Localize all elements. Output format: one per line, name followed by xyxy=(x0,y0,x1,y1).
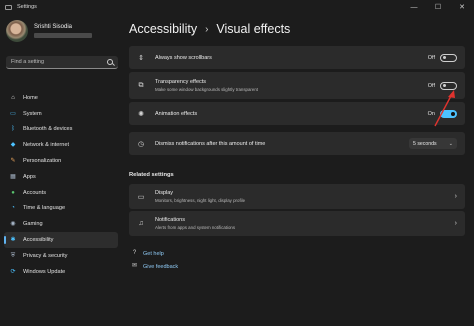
sidebar-item-gaming[interactable]: ◉ Gaming xyxy=(4,216,118,232)
sidebar-item-personalization[interactable]: ✎ Personalization xyxy=(4,153,118,169)
setting-transparency-effects: ⧉ Transparency effects Make some window … xyxy=(129,72,465,99)
related-description: Alerts from apps and system notification… xyxy=(155,225,236,230)
bell-icon: ♫ xyxy=(138,220,144,227)
maximize-button[interactable]: ☐ xyxy=(426,0,450,14)
sidebar-item-label: Accessibility xyxy=(23,237,54,244)
give-feedback-link[interactable]: ✉ Give feedback xyxy=(131,263,178,270)
toggle-state-label: Off xyxy=(427,54,435,61)
sidebar-item-label: Time & language xyxy=(23,205,66,212)
monitor-icon: ▭ xyxy=(10,110,16,117)
home-icon: ⌂ xyxy=(11,94,15,101)
main-content: Accessibility › Visual effects ⇕ Always … xyxy=(122,14,474,326)
setting-animation-effects: ✺ Animation effects On xyxy=(129,102,465,125)
minimize-button[interactable]: — xyxy=(402,0,426,14)
sidebar-item-apps[interactable]: ▦ Apps xyxy=(4,169,118,185)
chevron-down-icon: ⌄ xyxy=(448,140,453,147)
breadcrumb-parent[interactable]: Accessibility xyxy=(129,22,197,36)
bluetooth-icon: ᛒ xyxy=(11,126,15,133)
sidebar-item-accessibility[interactable]: ✱ Accessibility xyxy=(4,232,118,248)
dismiss-time-dropdown[interactable]: 5 seconds ⌄ xyxy=(409,138,457,149)
animation-toggle[interactable] xyxy=(440,109,457,118)
title-bar: Settings — ☐ ✕ xyxy=(0,0,474,14)
shield-icon: ⛨ xyxy=(10,252,16,259)
chevron-right-icon: › xyxy=(454,220,457,227)
related-notifications[interactable]: ♫ Notifications Alerts from apps and sys… xyxy=(129,211,465,236)
sidebar-item-privacy-security[interactable]: ⛨ Privacy & security xyxy=(4,248,118,264)
setting-title: Animation effects xyxy=(155,110,198,117)
get-help-link[interactable]: ? Get help xyxy=(131,250,164,257)
settings-app-icon xyxy=(5,4,12,10)
animation-icon: ✺ xyxy=(138,110,144,118)
user-profile[interactable]: Srishti Sisodia xyxy=(6,20,92,42)
page-title: Visual effects xyxy=(216,22,291,36)
related-settings-heading: Related settings xyxy=(129,172,174,178)
related-title: Notifications xyxy=(155,217,185,223)
search-input[interactable] xyxy=(11,59,107,65)
scrollbar-icon: ⇕ xyxy=(138,54,144,62)
help-icon: ? xyxy=(132,250,137,256)
close-button[interactable]: ✕ xyxy=(450,0,474,14)
accessibility-icon: ✱ xyxy=(10,237,16,244)
give-feedback-label[interactable]: Give feedback xyxy=(143,264,178,270)
window-title: Settings xyxy=(17,4,37,10)
apps-icon: ▦ xyxy=(10,173,16,180)
sidebar-item-windows-update[interactable]: ⟳ Windows Update xyxy=(4,264,118,280)
setting-title: Always show scrollbars xyxy=(155,54,212,61)
related-description: Monitors, brightness, night light, displ… xyxy=(155,198,246,203)
sidebar-item-label: Accounts xyxy=(23,189,47,196)
clock-icon: ◔ xyxy=(11,205,15,212)
sidebar-item-label: Apps xyxy=(23,173,36,180)
profile-email-redacted xyxy=(34,33,92,38)
related-display[interactable]: ▭ Display Monitors, brightness, night li… xyxy=(129,184,465,209)
sidebar-item-label: Network & internet xyxy=(23,142,70,149)
profile-name: Srishti Sisodia xyxy=(34,24,73,30)
sidebar-item-bluetooth-devices[interactable]: ᛒ Bluetooth & devices xyxy=(4,122,118,138)
setting-description: Make some window backgrounds slightly tr… xyxy=(155,87,258,92)
sidebar-item-label: Bluetooth & devices xyxy=(23,126,73,133)
breadcrumb: Accessibility › Visual effects xyxy=(129,22,290,36)
window-controls: — ☐ ✕ xyxy=(402,0,474,14)
scrollbars-toggle[interactable] xyxy=(440,53,457,62)
sidebar-item-label: Windows Update xyxy=(23,268,66,275)
sidebar-nav: ⌂ Home ▭ System ᛒ Bluetooth & devices ◆ Network… xyxy=(4,90,118,280)
sidebar-item-network-internet[interactable]: ◆ Network & internet xyxy=(4,137,118,153)
related-title: Display xyxy=(155,190,174,196)
transparency-icon: ⧉ xyxy=(138,81,144,89)
toggle-state-label: On xyxy=(427,110,435,117)
setting-title: Transparency effects xyxy=(155,79,207,85)
transparency-toggle[interactable] xyxy=(440,81,457,90)
sidebar-item-accounts[interactable]: ● Accounts xyxy=(4,185,118,201)
sidebar-item-home[interactable]: ⌂ Home xyxy=(4,90,118,106)
brush-icon: ✎ xyxy=(10,158,16,165)
avatar xyxy=(6,20,28,42)
get-help-label[interactable]: Get help xyxy=(143,251,164,257)
toggle-state-label: Off xyxy=(427,82,435,89)
sidebar-item-label: Home xyxy=(23,94,38,101)
setting-title: Dismiss notifications after this amount … xyxy=(155,140,266,147)
sidebar-item-label: Privacy & security xyxy=(23,252,68,259)
sidebar-item-system[interactable]: ▭ System xyxy=(4,106,118,122)
sidebar-item-label: System xyxy=(23,110,42,117)
sidebar-item-label: Personalization xyxy=(23,158,62,165)
breadcrumb-separator: › xyxy=(205,23,209,35)
display-icon: ▭ xyxy=(137,193,145,201)
sidebar-item-time-language[interactable]: ◔ Time & language xyxy=(4,201,118,217)
update-icon: ⟳ xyxy=(10,268,16,275)
wifi-icon: ◆ xyxy=(10,142,16,149)
sidebar-item-label: Gaming xyxy=(23,221,43,228)
timer-icon: ◷ xyxy=(137,140,145,148)
setting-dismiss-notifications: ◷ Dismiss notifications after this amoun… xyxy=(129,132,465,155)
search-box[interactable] xyxy=(6,56,118,69)
setting-always-show-scrollbars: ⇕ Always show scrollbars Off xyxy=(129,46,465,69)
sidebar: Srishti Sisodia ⌂ Home ▭ System ᛒ Bluetooth &… xyxy=(0,14,122,326)
gamepad-icon: ◉ xyxy=(10,221,16,228)
chevron-right-icon: › xyxy=(454,193,457,200)
search-icon[interactable] xyxy=(107,59,113,65)
feedback-icon: ✉ xyxy=(131,263,138,269)
dropdown-value: 5 seconds xyxy=(413,140,437,147)
accounts-icon: ● xyxy=(11,189,15,196)
